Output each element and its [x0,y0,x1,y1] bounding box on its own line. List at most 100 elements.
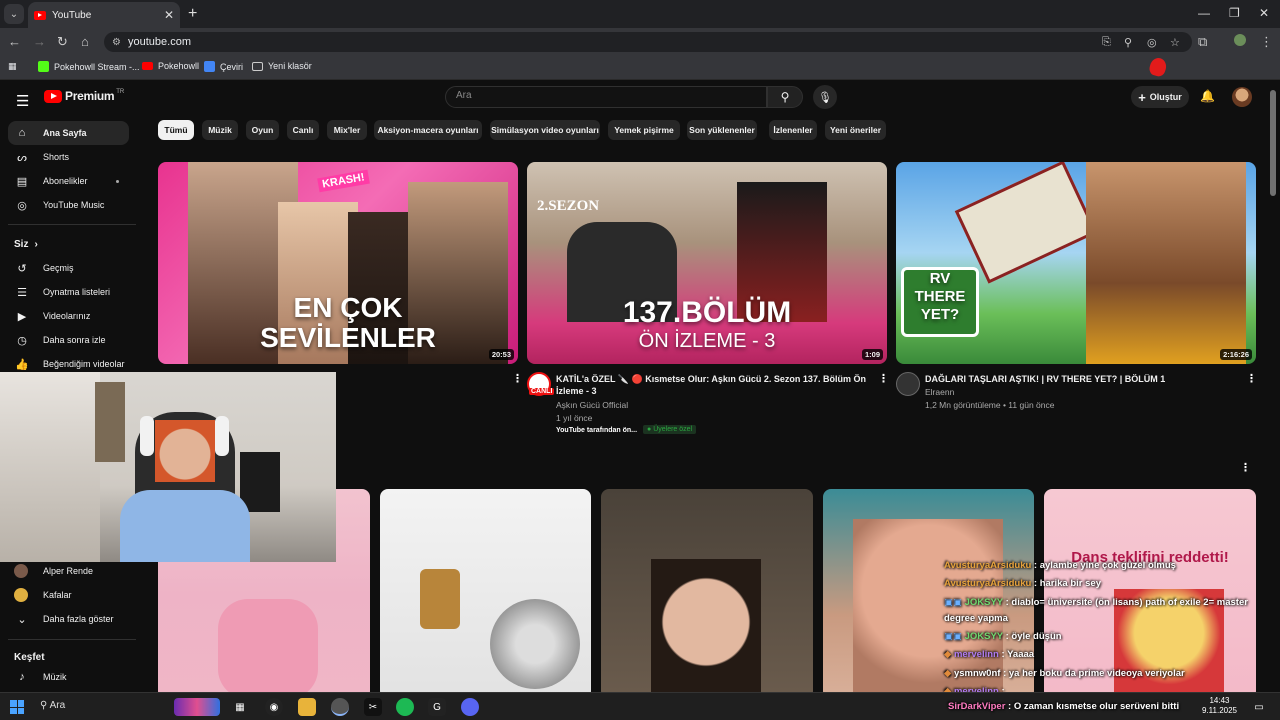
tab-title: YouTube [52,9,92,21]
menu-icon[interactable]: ☰ [16,92,29,110]
forward-icon[interactable]: → [33,34,46,49]
chip-mixes[interactable]: Mix'ler [327,120,367,140]
browser-menu-icon[interactable]: ⋮ [1260,34,1273,50]
window-close-icon[interactable]: ✕ [1259,6,1269,20]
video-thumbnail[interactable]: RV THERE YET? 2:16:26 [896,162,1256,364]
channel-name[interactable]: Aşkın Gücü Official [556,399,628,412]
thumbnail-person [1086,162,1246,364]
omnibox[interactable]: ⚙ youtube.com ⎘ ⚲ ◎ ☆ [104,32,1192,52]
url-text: youtube.com [128,36,191,48]
sidebar-item-youtube-music[interactable]: ◎ YouTube Music [8,193,129,217]
chip-recently-uploaded[interactable]: Son yüklenenler [687,120,757,140]
webcam-wall [0,372,100,562]
short-thumbnail[interactable] [380,489,591,699]
chip-cooking[interactable]: Yemek pişirme [608,120,680,140]
eye-hidden-icon[interactable]: ◎ [1147,36,1157,49]
thumbnail-rv [954,162,1098,284]
home-browser-icon[interactable]: ⌂ [81,34,89,49]
sidebar-item-playlists[interactable]: ☰ Oynatma listeleri [8,280,129,304]
sidebar-item-history[interactable]: ↺ Geçmiş [8,256,129,280]
zoom-icon[interactable]: ⚲ [1124,36,1132,49]
chip-simulation[interactable]: Simülasyon video oyunları [490,120,600,140]
bookmark-star-icon[interactable]: ☆ [1170,36,1180,49]
chip-action-adventure[interactable]: Aksiyon-macera oyunları [374,120,482,140]
sidebar-item-music[interactable]: ♪ Müzik [8,665,129,689]
restore-icon[interactable]: ❐ [1229,6,1240,20]
taskbar-search[interactable]: ⚲ Ara [40,700,65,711]
chip-new-to-you[interactable]: Yeni öneriler [825,120,886,140]
voice-search-button[interactable]: 🎙 [813,85,837,109]
tab-search-icon[interactable]: ⌄ [4,4,24,24]
short-thumbnail[interactable] [601,489,813,699]
sidebar-item-home[interactable]: ⌂ Ana Sayfa [8,121,129,145]
channel-avatar[interactable] [896,372,920,396]
sidebar-item-shorts[interactable]: ᔕ Shorts [8,145,129,169]
bookmark-translate[interactable]: Çeviri [204,61,243,72]
search-box[interactable] [445,86,767,108]
file-explorer-icon[interactable] [298,698,316,716]
more-options-icon[interactable]: ⋮ [878,372,889,385]
chip-all[interactable]: Tümü [158,120,194,140]
extension-logo-icon[interactable] [1147,56,1169,78]
youtube-logo[interactable]: Premium TR [44,89,124,103]
reload-icon[interactable]: ↻ [57,34,68,50]
browser-tab-bar: ⌄ YouTube ✕ + — ❐ ✕ [0,0,1280,28]
sidebar-item-watch-later[interactable]: ◷ Daha sonra izle [8,328,129,352]
video-title[interactable]: DAĞLARI TAŞLARI AŞTIK! | RV THERE YET? |… [925,373,1235,385]
sidebar-subscription-kafalar[interactable]: Kafalar [8,583,129,607]
create-button[interactable]: + Oluştur [1131,86,1189,108]
chip-watched[interactable]: İzlenenler [769,120,817,140]
playlists-icon: ☰ [17,286,27,299]
minimize-icon[interactable]: — [1198,6,1210,20]
video-title[interactable]: KATİL'a ÖZEL 🔪 🔴 Kısmetse Olur: Aşkın Gü… [556,373,866,397]
more-options-icon[interactable]: ⋮ [1246,372,1257,385]
sidebar-show-more[interactable]: ⌄ Daha fazla göster [8,607,129,631]
bookmark-pokehowll-stream[interactable]: Pokehowll Stream -... [38,61,140,72]
search-input[interactable] [456,90,756,101]
video-thumbnail[interactable]: 2.SEZON 137.BÖLÜM ÖN İZLEME - 3 1:09 [527,162,887,364]
widgets-icon[interactable] [174,698,220,716]
site-info-icon[interactable]: ⚙ [112,37,121,48]
search-button[interactable]: ⚲ [767,86,803,108]
chrome-icon[interactable] [331,698,349,716]
page-scrollbar[interactable] [1270,90,1276,196]
chip-live[interactable]: Canlı [287,120,319,140]
thumbnail-sphere [490,599,580,689]
close-tab-icon[interactable]: ✕ [164,8,174,22]
notifications-bell-icon[interactable]: 🔔 [1200,89,1215,103]
sidebar-item-subscriptions[interactable]: ▤ Abonelikler [8,169,129,193]
account-avatar[interactable] [1232,87,1252,107]
sidebar-subscription-alper-rende[interactable]: Alper Rende [8,559,129,583]
browser-tab[interactable]: YouTube ✕ [28,2,180,28]
back-icon[interactable]: ← [8,34,21,49]
thumbnail-face [651,559,761,699]
duration-badge: 2:16:26 [1220,349,1252,360]
sidebar-item-label: Ana Sayfa [43,128,87,138]
chat-username: AvusturyaArsiduku [944,560,1032,571]
discord-icon[interactable] [461,698,479,716]
windows-start-icon[interactable] [10,700,24,714]
profile-icon[interactable] [1234,34,1246,46]
sidebar-you-heading[interactable]: Siz › [8,232,129,256]
more-options-icon[interactable]: ⋮ [512,372,523,385]
clock[interactable]: 14:43 9.11.2025 [1202,696,1237,716]
chip-gaming[interactable]: Oyun [246,120,279,140]
install-app-icon[interactable]: ⎘ [1102,36,1111,49]
obs-icon[interactable]: ◉ [265,698,283,716]
chip-music[interactable]: Müzik [202,120,238,140]
spotify-icon[interactable] [396,698,414,716]
notification-center-icon[interactable]: ▭ [1250,698,1268,716]
capcut-icon[interactable]: ✂ [364,698,382,716]
channel-name[interactable]: Elraenn [925,386,954,399]
bookmark-folder[interactable]: Yeni klasör [252,61,312,71]
sidebar-item-your-videos[interactable]: ▶ Videolarınız [8,304,129,328]
bookmark-pokehowll[interactable]: Pokehowll [142,61,199,71]
history-icon: ↺ [17,262,27,275]
video-thumbnail[interactable]: KRASH! EN ÇOK SEVİLENLER 20:53 [158,162,518,364]
logitech-icon[interactable]: G [428,698,446,716]
task-view-icon[interactable]: ▦ [231,698,249,716]
apps-grid-icon[interactable]: ▦ [8,61,17,72]
extensions-icon[interactable]: ⧉ [1198,34,1207,50]
shorts-more-options-icon[interactable]: ⋮ [1240,461,1251,474]
new-tab-icon[interactable]: + [188,5,197,23]
